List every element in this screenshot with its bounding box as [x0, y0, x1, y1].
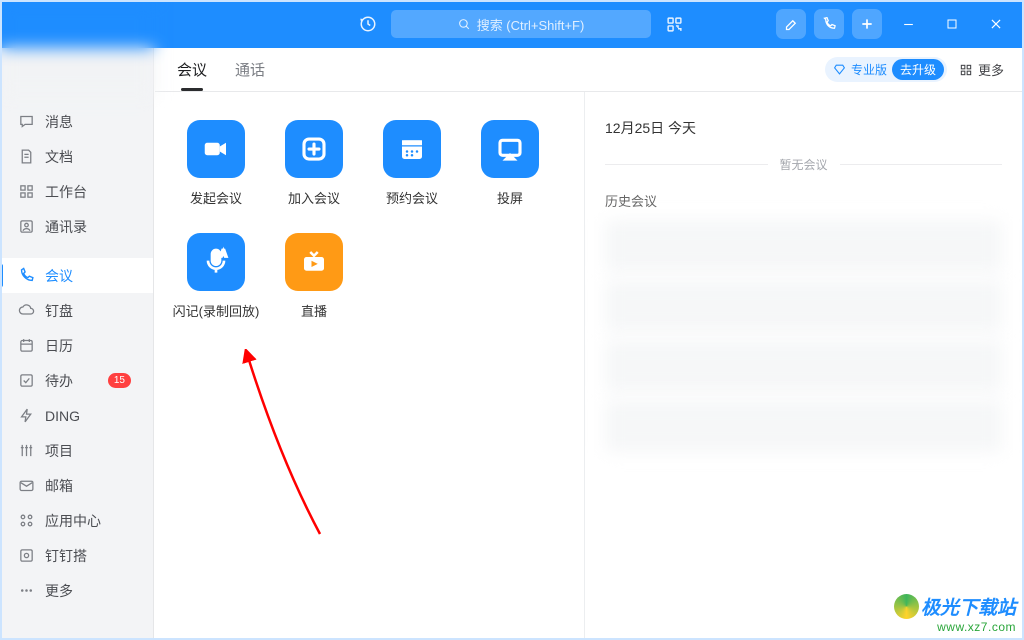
calendar-card-icon [383, 120, 441, 178]
nav-label: 待办 [45, 371, 73, 391]
nav-workbench[interactable]: 工作台 [0, 174, 153, 209]
nav-meeting[interactable]: 会议 [0, 258, 153, 293]
nav-label: 更多 [45, 581, 73, 601]
nav-label: DING [45, 408, 80, 424]
nav-mail[interactable]: 邮箱 [0, 468, 153, 503]
diamond-icon [833, 63, 846, 76]
search-icon [458, 18, 471, 31]
history-button[interactable] [355, 11, 381, 37]
nav-ding[interactable]: DING [0, 398, 153, 433]
todo-badge: 15 [108, 373, 131, 388]
grid-small-icon [959, 63, 973, 77]
pro-label: 专业版 [851, 61, 887, 78]
action-cards: 发起会议 加入会议 预约会议 投屏 A 闪记(录制回放) [155, 92, 585, 638]
build-icon [18, 547, 35, 564]
compose-button[interactable] [776, 9, 806, 39]
mic-ai-icon: A [187, 233, 245, 291]
doc-icon [18, 148, 35, 165]
tab-meeting[interactable]: 会议 [175, 49, 209, 90]
tv-icon [285, 233, 343, 291]
nav-todo[interactable]: 待办 15 [0, 363, 153, 398]
call-button[interactable] [814, 9, 844, 39]
qr-button[interactable] [661, 11, 687, 37]
apps-icon [18, 512, 35, 529]
nav-messages[interactable]: 消息 [0, 104, 153, 139]
watermark-logo-icon [894, 594, 919, 619]
history-item[interactable] [605, 400, 1002, 452]
grid-icon [18, 183, 35, 200]
card-live[interactable]: 直播 [265, 233, 363, 320]
history-item[interactable] [605, 280, 1002, 332]
nav-label: 项目 [45, 441, 73, 461]
more-label: 更多 [978, 60, 1004, 79]
more-button[interactable]: 更多 [959, 60, 1004, 79]
nav-label: 日历 [45, 336, 73, 356]
history-heading: 历史会议 [605, 191, 1002, 210]
chat-icon [18, 113, 35, 130]
add-button[interactable] [852, 9, 882, 39]
window-minimize[interactable] [890, 9, 926, 39]
dots-icon [18, 582, 35, 599]
nav-calendar[interactable]: 日历 [0, 328, 153, 363]
card-label: 闪记(录制回放) [173, 301, 260, 320]
nav-label: 邮箱 [45, 476, 73, 496]
sidebar: 消息 文档 工作台 通讯录 会议 钉盘 日历 待办 15 DING 项目 邮箱 [0, 48, 154, 638]
nav-build[interactable]: 钉钉搭 [0, 538, 153, 573]
nav-apps[interactable]: 应用中心 [0, 503, 153, 538]
bolt-icon [18, 407, 35, 424]
card-label: 直播 [301, 301, 327, 320]
nav-label: 通讯录 [45, 217, 87, 237]
mail-icon [18, 477, 35, 494]
meeting-pane: 12月25日 今天 暂无会议 历史会议 [585, 92, 1022, 638]
calendar-icon [18, 337, 35, 354]
nav-label: 会议 [45, 266, 73, 286]
nav-docs[interactable]: 文档 [0, 139, 153, 174]
cloud-icon [18, 302, 35, 319]
pro-upgrade-button[interactable]: 去升级 [892, 59, 944, 80]
nav-label: 文档 [45, 147, 73, 167]
phone-icon [18, 267, 35, 284]
card-flashnote[interactable]: A 闪记(录制回放) [167, 233, 265, 320]
today-heading: 12月25日 今天 [605, 118, 1002, 138]
nav-label: 钉钉搭 [45, 546, 87, 566]
window-maximize[interactable] [934, 9, 970, 39]
nav-more[interactable]: 更多 [0, 573, 153, 608]
plus-icon [285, 120, 343, 178]
card-schedule-meeting[interactable]: 预约会议 [363, 120, 461, 207]
card-start-meeting[interactable]: 发起会议 [167, 120, 265, 207]
history-item[interactable] [605, 340, 1002, 392]
card-join-meeting[interactable]: 加入会议 [265, 120, 363, 207]
svg-text:A: A [220, 249, 227, 259]
nav-label: 钉盘 [45, 301, 73, 321]
history-item[interactable] [605, 220, 1002, 272]
window-close[interactable] [978, 9, 1014, 39]
check-icon [18, 372, 35, 389]
tab-call[interactable]: 通话 [233, 49, 267, 90]
nav-project[interactable]: 项目 [0, 433, 153, 468]
nav-contacts[interactable]: 通讯录 [0, 209, 153, 244]
nav-label: 工作台 [45, 182, 87, 202]
search-placeholder: 搜索 (Ctrl+Shift+F) [477, 15, 585, 34]
nav-drive[interactable]: 钉盘 [0, 293, 153, 328]
main: 会议 通话 专业版 去升级 更多 发起会议 加入会议 [155, 48, 1022, 638]
card-label: 投屏 [497, 188, 523, 207]
nav-label: 消息 [45, 112, 73, 132]
project-icon [18, 442, 35, 459]
video-icon [187, 120, 245, 178]
separator-empty: 暂无会议 [605, 156, 1002, 173]
cast-icon [481, 120, 539, 178]
pro-upgrade-pill[interactable]: 专业版 去升级 [825, 57, 947, 82]
contacts-icon [18, 218, 35, 235]
search-input[interactable]: 搜索 (Ctrl+Shift+F) [391, 10, 651, 38]
user-avatar-area[interactable] [0, 0, 154, 96]
card-label: 发起会议 [190, 188, 242, 207]
card-label: 预约会议 [386, 188, 438, 207]
nav-label: 应用中心 [45, 511, 101, 531]
card-label: 加入会议 [288, 188, 340, 207]
watermark: 极光下载站 www.xz7.com [894, 593, 1016, 634]
card-cast-screen[interactable]: 投屏 [461, 120, 559, 207]
